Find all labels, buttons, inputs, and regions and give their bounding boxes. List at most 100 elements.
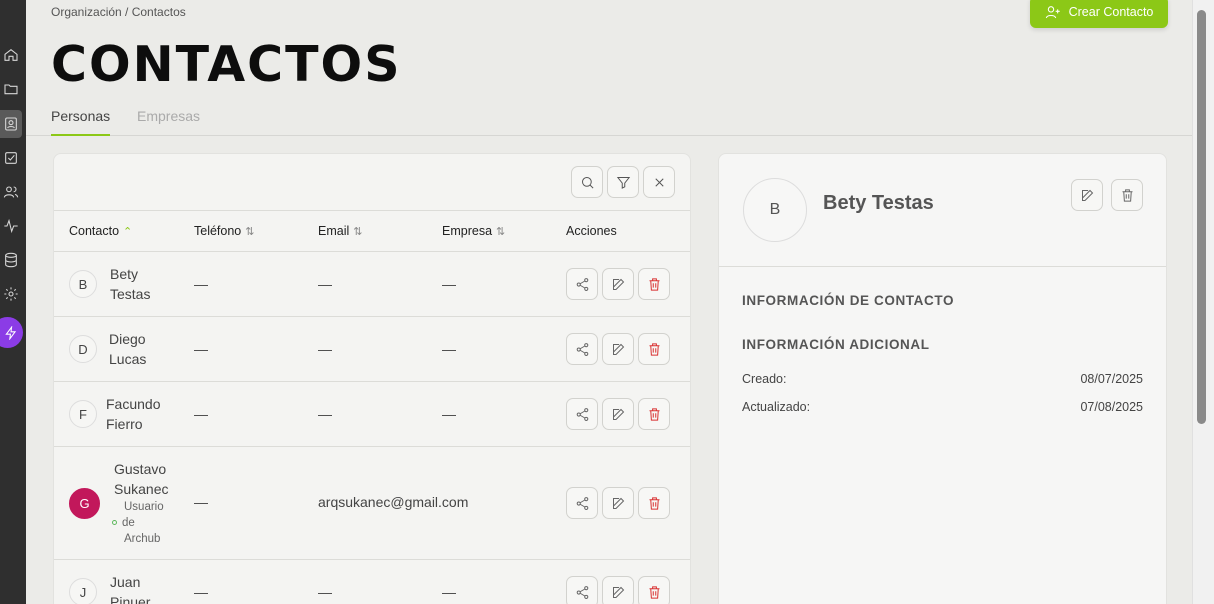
trash-icon bbox=[649, 277, 659, 291]
contact-name: Facundo Fierro bbox=[106, 394, 160, 434]
table-header: Contacto ⌃ Teléfono ⇅ Email ⇅ Empresa ⇅ … bbox=[54, 211, 690, 252]
col-empresa[interactable]: Empresa ⇅ bbox=[442, 224, 505, 238]
trash-icon bbox=[649, 585, 659, 599]
col-email-label: Email bbox=[318, 224, 350, 238]
trash-icon bbox=[649, 407, 659, 421]
home-icon[interactable] bbox=[0, 41, 22, 69]
avatar: J bbox=[69, 578, 97, 604]
last-name: Testas bbox=[110, 286, 151, 302]
delete-button[interactable] bbox=[638, 487, 670, 519]
filter-button[interactable] bbox=[607, 166, 639, 198]
create-contact-label: Crear Contacto bbox=[1068, 5, 1154, 19]
phone-cell: — bbox=[194, 584, 208, 600]
avatar: F bbox=[69, 400, 97, 428]
table-row[interactable]: J Juan Pinuer — — — bbox=[54, 560, 690, 604]
sort-icon: ⇅ bbox=[496, 225, 506, 238]
trash-icon bbox=[649, 342, 659, 356]
clear-button[interactable] bbox=[643, 166, 675, 198]
close-icon bbox=[654, 177, 664, 187]
settings-icon[interactable] bbox=[0, 280, 22, 308]
page-scrollbar[interactable] bbox=[1192, 0, 1214, 604]
tab-empresas[interactable]: Empresas bbox=[137, 108, 200, 134]
badge-line-2: de bbox=[122, 517, 135, 529]
share-icon bbox=[576, 277, 588, 291]
contact-name: Gustavo Sukanec bbox=[114, 459, 168, 499]
edit-icon bbox=[612, 497, 624, 509]
edit-icon bbox=[612, 408, 624, 420]
col-acciones-label: Acciones bbox=[566, 224, 617, 238]
sidebar bbox=[0, 0, 26, 604]
edit-button[interactable] bbox=[602, 576, 634, 604]
edit-icon bbox=[612, 278, 624, 290]
email-cell: — bbox=[318, 406, 332, 422]
badge-line-3: Archub bbox=[124, 533, 161, 545]
search-button[interactable] bbox=[571, 166, 603, 198]
email-cell: — bbox=[318, 584, 332, 600]
contact-detail-panel: B Bety Testas INFORMACIÓN DE CONTACTO IN… bbox=[718, 153, 1167, 604]
table-row[interactable]: D Diego Lucas — — — bbox=[54, 317, 690, 382]
sort-asc-icon: ⌃ bbox=[123, 225, 133, 238]
phone-cell: — bbox=[194, 494, 208, 510]
create-contact-button[interactable]: Crear Contacto bbox=[1030, 0, 1168, 28]
col-telefono-label: Teléfono bbox=[194, 224, 242, 238]
table-row[interactable]: B Bety Testas — — — bbox=[54, 252, 690, 317]
share-icon bbox=[576, 585, 588, 599]
tab-personas[interactable]: Personas bbox=[51, 108, 111, 136]
delete-button[interactable] bbox=[638, 268, 670, 300]
section-additional-info: INFORMACIÓN ADICIONAL bbox=[742, 337, 930, 352]
company-cell: — bbox=[442, 276, 456, 292]
delete-button[interactable] bbox=[638, 576, 670, 604]
col-empresa-label: Empresa bbox=[442, 224, 493, 238]
scroll-thumb[interactable] bbox=[1197, 10, 1206, 424]
table-row[interactable]: G Gustavo Sukanec Usuario de Archub — ar… bbox=[54, 447, 690, 560]
delete-button[interactable] bbox=[638, 333, 670, 365]
detail-delete-button[interactable] bbox=[1111, 179, 1143, 211]
edit-button[interactable] bbox=[602, 487, 634, 519]
tasks-icon[interactable] bbox=[0, 144, 22, 172]
sort-icon: ⇅ bbox=[353, 225, 363, 238]
table-row[interactable]: F Facundo Fierro — — — bbox=[54, 382, 690, 447]
share-button[interactable] bbox=[566, 398, 598, 430]
folder-icon[interactable] bbox=[0, 75, 22, 103]
contacts-icon[interactable] bbox=[0, 110, 22, 138]
edit-button[interactable] bbox=[602, 333, 634, 365]
table-toolbar bbox=[54, 154, 690, 211]
activity-icon[interactable] bbox=[0, 212, 22, 240]
tabs: Personas Empresas bbox=[26, 100, 1192, 136]
contact-name: Juan Pinuer bbox=[110, 572, 150, 604]
first-name: Bety bbox=[110, 266, 139, 282]
created-value: 08/07/2025 bbox=[1080, 372, 1143, 386]
delete-button[interactable] bbox=[638, 398, 670, 430]
edit-button[interactable] bbox=[602, 268, 634, 300]
first-name: Gustavo bbox=[114, 461, 167, 477]
last-name: Fierro bbox=[106, 416, 143, 432]
edit-button[interactable] bbox=[602, 398, 634, 430]
users-icon[interactable] bbox=[0, 178, 22, 206]
last-name: Pinuer bbox=[110, 594, 151, 604]
search-icon bbox=[581, 176, 593, 188]
share-button[interactable] bbox=[566, 487, 598, 519]
phone-cell: — bbox=[194, 341, 208, 357]
contacts-table: Contacto ⌃ Teléfono ⇅ Email ⇅ Empresa ⇅ … bbox=[53, 153, 691, 604]
bolt-icon[interactable] bbox=[0, 317, 23, 348]
updated-value: 07/08/2025 bbox=[1080, 400, 1143, 414]
share-icon bbox=[576, 342, 588, 356]
email-cell: — bbox=[318, 341, 332, 357]
edit-icon bbox=[612, 586, 624, 598]
phone-cell: — bbox=[194, 276, 208, 292]
trash-icon bbox=[649, 496, 659, 510]
filter-icon bbox=[616, 176, 630, 189]
detail-edit-button[interactable] bbox=[1071, 179, 1103, 211]
user-badge: Usuario de Archub bbox=[112, 499, 164, 547]
col-telefono[interactable]: Teléfono ⇅ bbox=[194, 224, 254, 238]
database-icon[interactable] bbox=[0, 246, 22, 274]
share-button[interactable] bbox=[566, 268, 598, 300]
edit-icon bbox=[612, 343, 624, 355]
sort-icon: ⇅ bbox=[245, 225, 255, 238]
col-contacto[interactable]: Contacto ⌃ bbox=[69, 224, 132, 238]
first-name: Diego bbox=[109, 331, 146, 347]
share-button[interactable] bbox=[566, 576, 598, 604]
last-name: Sukanec bbox=[114, 481, 169, 497]
col-email[interactable]: Email ⇅ bbox=[318, 224, 362, 238]
share-button[interactable] bbox=[566, 333, 598, 365]
